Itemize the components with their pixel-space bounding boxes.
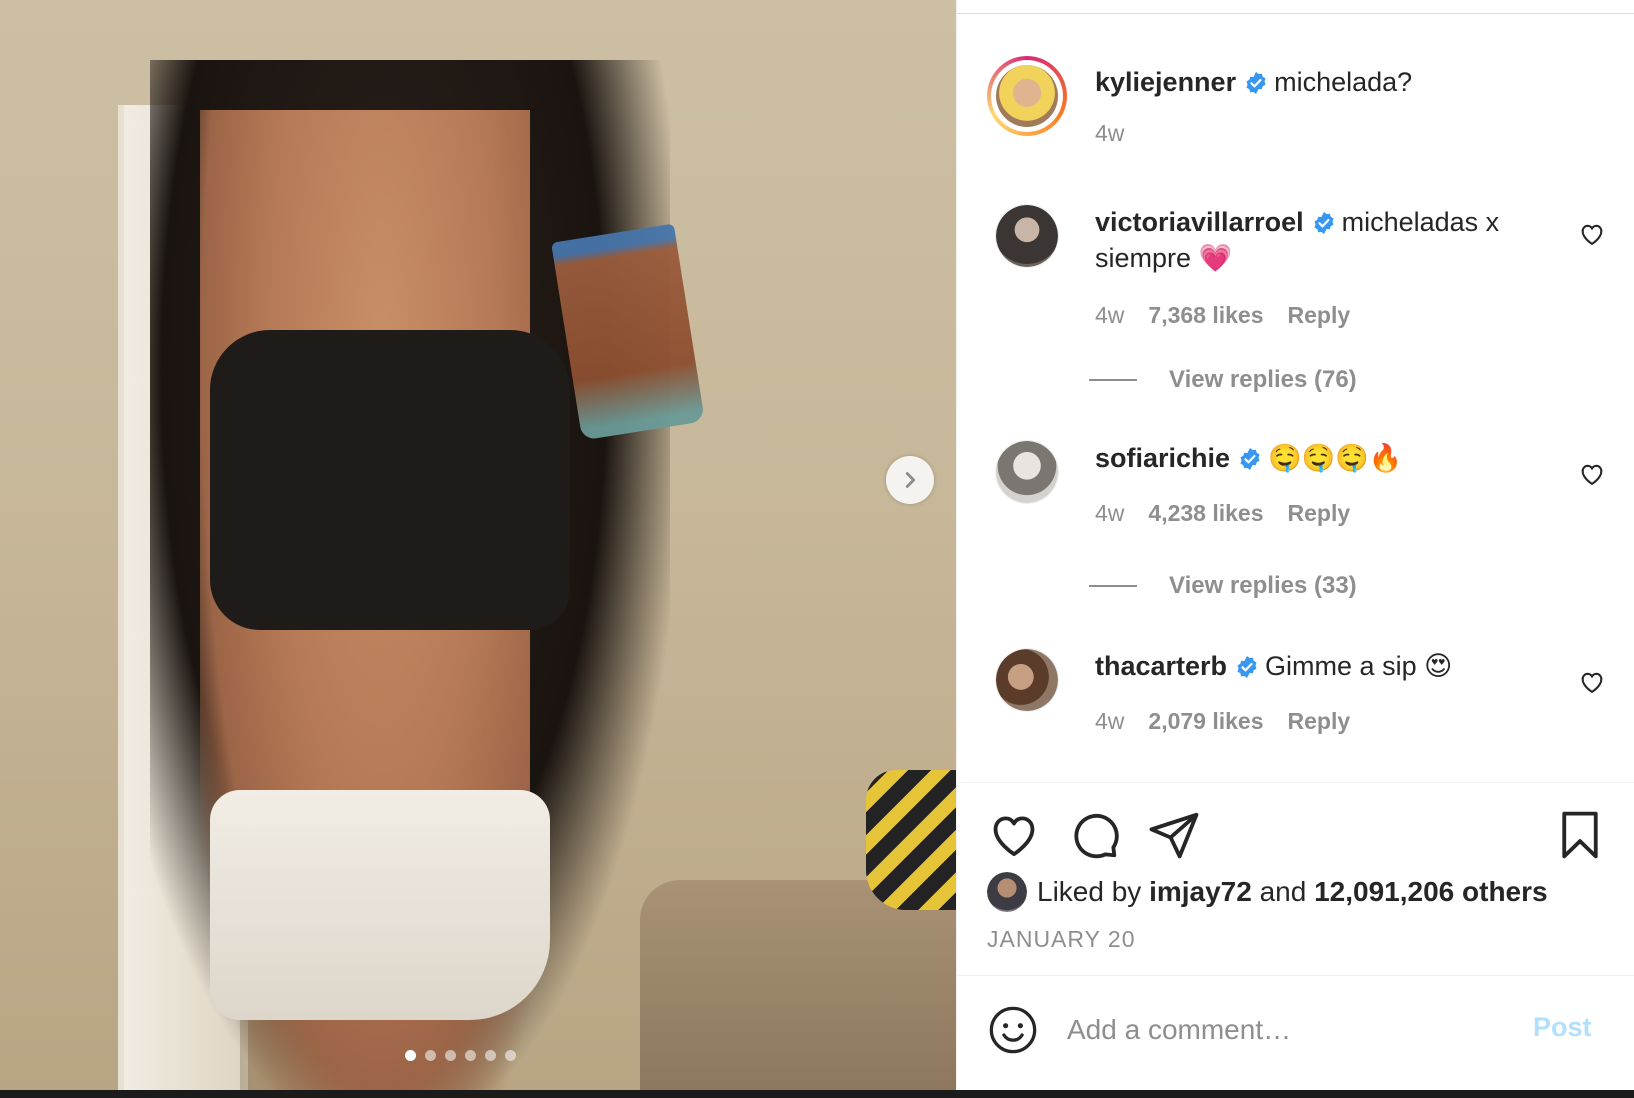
carousel-dot [505, 1050, 516, 1061]
photo-sofa [640, 880, 956, 1090]
divider [957, 975, 1634, 976]
comment-icon[interactable] [1067, 808, 1121, 862]
share-icon[interactable] [1147, 808, 1201, 862]
carousel-dot [445, 1050, 456, 1061]
verified-icon [1246, 72, 1266, 94]
comment-like-heart-icon[interactable] [1578, 460, 1606, 488]
liked-by-middle: and [1259, 876, 1307, 907]
liked-by-prefix: Liked by [1037, 876, 1142, 907]
comment-username[interactable]: sofiarichie [1095, 443, 1230, 473]
post-time[interactable]: 4w [1095, 120, 1124, 147]
comment-username[interactable]: thacarterb [1095, 651, 1227, 681]
liked-by-row: Liked by imjay72 and 12,091,206 others [987, 872, 1548, 912]
comment-like-heart-icon[interactable] [1578, 220, 1606, 248]
carousel-dot [425, 1050, 436, 1061]
caption-row: kyliejenner michelada? 4w [987, 56, 1555, 147]
comment-time[interactable]: 4w [1095, 302, 1124, 329]
post-comment-button[interactable]: Post [1533, 1012, 1592, 1043]
comment-likes[interactable]: 4,238 likes [1148, 500, 1263, 527]
bookmark-icon[interactable] [1553, 808, 1607, 862]
chevron-right-icon [905, 472, 916, 488]
divider [957, 782, 1634, 783]
comment-likes[interactable]: 7,368 likes [1148, 302, 1263, 329]
view-replies-button[interactable]: View replies (76) [1089, 366, 1357, 394]
divider [1089, 379, 1137, 381]
avatar[interactable] [996, 441, 1058, 503]
liked-by-user[interactable]: imjay72 [1149, 876, 1252, 908]
avatar [996, 65, 1058, 127]
view-replies-label: View replies (76) [1169, 366, 1357, 393]
post-photo[interactable] [0, 0, 956, 1090]
post-caption: michelada? [1274, 67, 1413, 97]
comment-text: 🤤🤤🤤🔥 [1268, 443, 1403, 473]
author-avatar-story-ring[interactable] [987, 56, 1067, 136]
comment-time[interactable]: 4w [1095, 500, 1124, 527]
page-bottom-strip [0, 1090, 1634, 1098]
comment-like-heart-icon[interactable] [1578, 668, 1606, 696]
avatar[interactable] [996, 649, 1058, 711]
emoji-icon[interactable] [987, 1004, 1039, 1056]
divider [1089, 585, 1137, 587]
comment-username[interactable]: victoriavillarroel [1095, 207, 1304, 237]
comment-item: sofiarichie 🤤🤤🤤🔥 4w 4,238 likes Reply [995, 440, 1555, 527]
divider [957, 13, 1634, 14]
photo-shorts [210, 790, 550, 1020]
reply-button[interactable]: Reply [1288, 708, 1351, 735]
view-replies-label: View replies (33) [1169, 572, 1357, 599]
view-replies-button[interactable]: View replies (33) [1089, 572, 1357, 600]
verified-icon [1237, 656, 1257, 678]
post-date[interactable]: JANUARY 20 [987, 926, 1136, 953]
carousel-next-button[interactable] [886, 456, 934, 504]
carousel-dot [485, 1050, 496, 1061]
reply-button[interactable]: Reply [1288, 500, 1351, 527]
reply-button[interactable]: Reply [1288, 302, 1351, 329]
carousel-dots [405, 1050, 516, 1061]
comment-item: victoriavillarroel micheladas x siempre 💗… [995, 204, 1555, 329]
comment-text: Gimme a sip 😍 [1265, 651, 1453, 681]
comment-input[interactable] [1067, 1008, 1487, 1052]
author-username[interactable]: kyliejenner [1095, 67, 1236, 97]
verified-icon [1314, 212, 1334, 234]
carousel-dot [405, 1050, 416, 1061]
verified-icon [1240, 448, 1260, 470]
post-side-panel: kyliejenner michelada? 4w victoriavillarr… [956, 0, 1634, 1090]
comment-item: thacarterb Gimme a sip 😍 4w 2,079 likes R… [995, 648, 1555, 735]
carousel-dot [465, 1050, 476, 1061]
liked-by-others[interactable]: 12,091,206 others [1314, 876, 1548, 908]
comment-time[interactable]: 4w [1095, 708, 1124, 735]
avatar[interactable] [987, 872, 1027, 912]
like-heart-icon[interactable] [987, 808, 1041, 862]
avatar[interactable] [996, 205, 1058, 267]
comment-likes[interactable]: 2,079 likes [1148, 708, 1263, 735]
photo-vase [866, 770, 956, 910]
photo-top [210, 330, 570, 630]
